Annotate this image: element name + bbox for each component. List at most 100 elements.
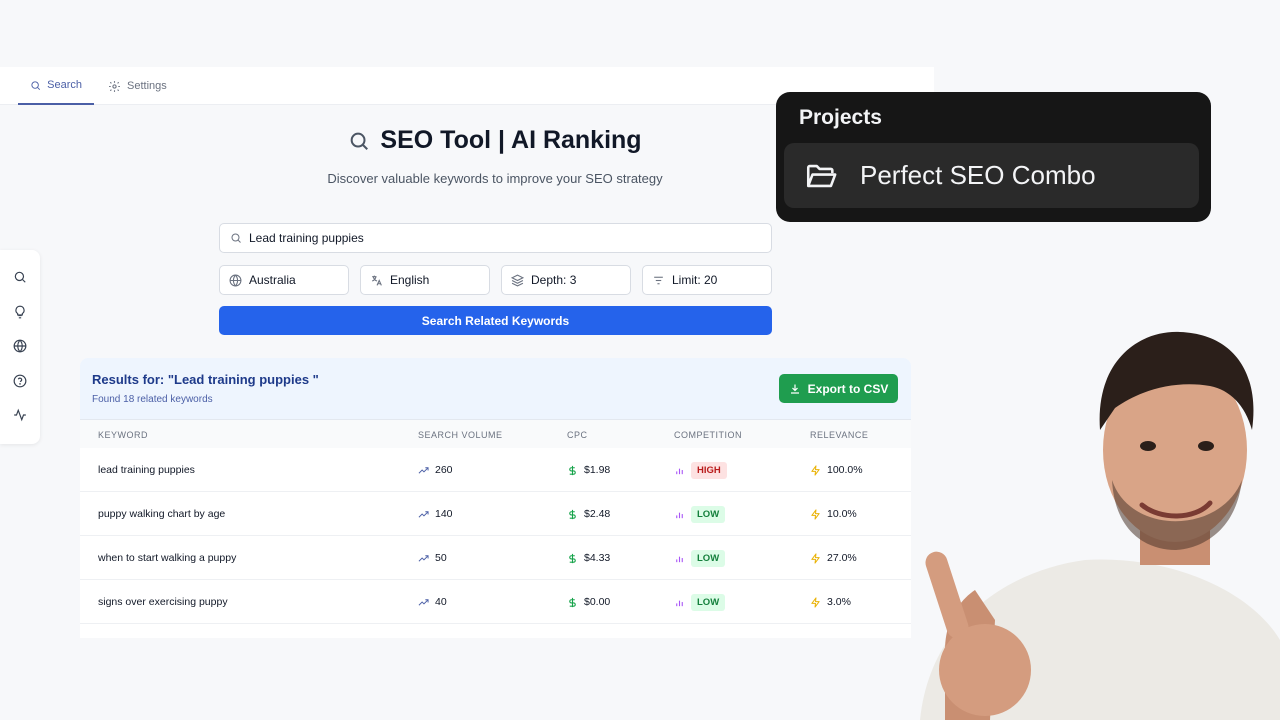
language-select[interactable]: English [360,265,490,295]
tab-settings[interactable]: Settings [96,67,179,105]
keyword-search-input[interactable]: Lead training puppies [219,223,772,253]
volume-cell: 40 [418,580,447,624]
keyword-cell: puppy walking chart by age [98,492,225,536]
results-title: Results for: "Lead training puppies " [92,372,319,387]
competition-badge: LOW [691,505,726,523]
lightbulb-icon [15,305,25,318]
volume-cell: 260 [418,448,453,492]
presenter-photo [920,331,1280,720]
sidebar-item-search[interactable] [13,270,27,285]
volume-cell: 50 [418,536,447,580]
tab-search[interactable]: Search [18,67,94,105]
keyword-text: when to start walking a puppy [98,552,237,564]
sidebar-item-activity[interactable] [13,408,27,423]
relevance-text: 10.0% [827,508,857,520]
search-icon [31,80,41,90]
dollar-icon [569,465,576,475]
volume-text: 260 [435,464,453,476]
trending-up-icon [418,554,429,562]
limit-select-value: Limit: 20 [672,273,718,287]
sidebar-item-help[interactable] [13,374,27,389]
search-related-keywords-button[interactable]: Search Related Keywords [219,306,772,335]
search-icon [14,271,26,283]
lightning-icon [811,464,820,476]
table-header: KEYWORD SEARCH VOLUME CPC COMPETITION RE… [80,420,911,448]
export-csv-button[interactable]: Export to CSV [779,374,898,403]
relevance-text: 100.0% [827,464,863,476]
cpc-cell: $4.33 [567,536,610,580]
page-title-text: SEO Tool | AI Ranking [380,126,642,154]
filter-icon [654,276,663,284]
cpc-cell: $2.48 [567,492,610,536]
help-circle-icon [13,374,27,387]
relevance-cell: 3.0% [810,580,851,624]
dollar-icon [569,553,576,563]
competition-cell: LOW [674,536,726,580]
cpc-cell: $1.98 [567,448,610,492]
competition-cell: LOW [674,580,726,624]
table-row[interactable]: when to start walking a puppy 50 $4.33 LOW 2… [80,536,911,580]
cpc-text: $2.48 [584,508,611,520]
trending-up-icon [418,510,429,518]
depth-select-value: Depth: 3 [531,273,577,287]
folder-open-icon [806,164,837,187]
dollar-icon [569,509,576,519]
globe-icon [13,339,27,353]
results-card: Results for: "Lead training puppies " Fo… [80,358,911,638]
column-header-volume[interactable]: SEARCH VOLUME [418,430,503,440]
competition-cell: HIGH [674,448,727,492]
table-row[interactable]: signs over exercising puppy 40 $0.00 LOW 3.0… [80,580,911,624]
keyword-text: puppy walking chart by age [98,508,226,520]
trending-up-icon [418,466,429,474]
limit-select[interactable]: Limit: 20 [642,265,772,295]
relevance-cell: 100.0% [810,448,863,492]
bar-chart-icon [676,468,683,474]
globe-icon [229,274,242,286]
table-row[interactable]: lead training puppies 260 $1.98 HIGH 100.0% [80,448,911,492]
competition-cell: LOW [674,492,726,536]
results-count: Found 18 related keywords [92,394,213,405]
bar-chart-icon [676,512,683,518]
keyword-cell: signs over exercising puppy [98,580,228,624]
relevance-text: 3.0% [827,596,851,608]
cpc-text: $0.00 [584,596,611,608]
cpc-text: $1.98 [584,464,611,476]
language-select-value: English [390,273,430,287]
column-header-relevance[interactable]: RELEVANCE [810,430,868,440]
trending-up-icon [418,598,429,606]
bar-chart-icon [676,600,683,606]
relevance-cell: 27.0% [810,536,857,580]
results-table-body: lead training puppies 260 $1.98 HIGH 100.0% p… [80,448,911,624]
country-select[interactable]: Australia [219,265,349,295]
tab-search-label: Search [47,79,82,91]
depth-select[interactable]: Depth: 3 [501,265,631,295]
translate-icon [371,275,382,286]
column-header-cpc[interactable]: CPC [567,430,588,440]
tab-settings-label: Settings [127,80,167,92]
project-item[interactable]: Perfect SEO Combo [784,143,1199,208]
relevance-text: 27.0% [827,552,857,564]
sidebar-item-ideas[interactable] [13,305,27,320]
country-select-value: Australia [249,273,296,287]
lightning-icon [811,508,820,520]
export-csv-label: Export to CSV [807,381,889,396]
competition-badge: HIGH [691,461,727,479]
relevance-cell: 10.0% [810,492,857,536]
mini-sidebar [0,250,40,444]
lightning-icon [811,552,820,564]
download-icon [790,384,799,394]
competition-badge: LOW [691,593,726,611]
keyword-cell: lead training puppies [98,448,195,492]
table-row[interactable]: puppy walking chart by age 140 $2.48 LOW 10.… [80,492,911,536]
keyword-text: lead training puppies [98,464,195,476]
search-icon [231,233,241,243]
cpc-cell: $0.00 [567,580,610,624]
volume-cell: 140 [418,492,453,536]
projects-title: Projects [799,106,882,129]
column-header-competition[interactable]: COMPETITION [674,430,742,440]
layers-icon [511,273,524,287]
sidebar-item-global[interactable] [13,339,27,354]
competition-badge: LOW [691,549,726,567]
keyword-search-value: Lead training puppies [249,231,364,245]
column-header-keyword[interactable]: KEYWORD [98,430,148,440]
